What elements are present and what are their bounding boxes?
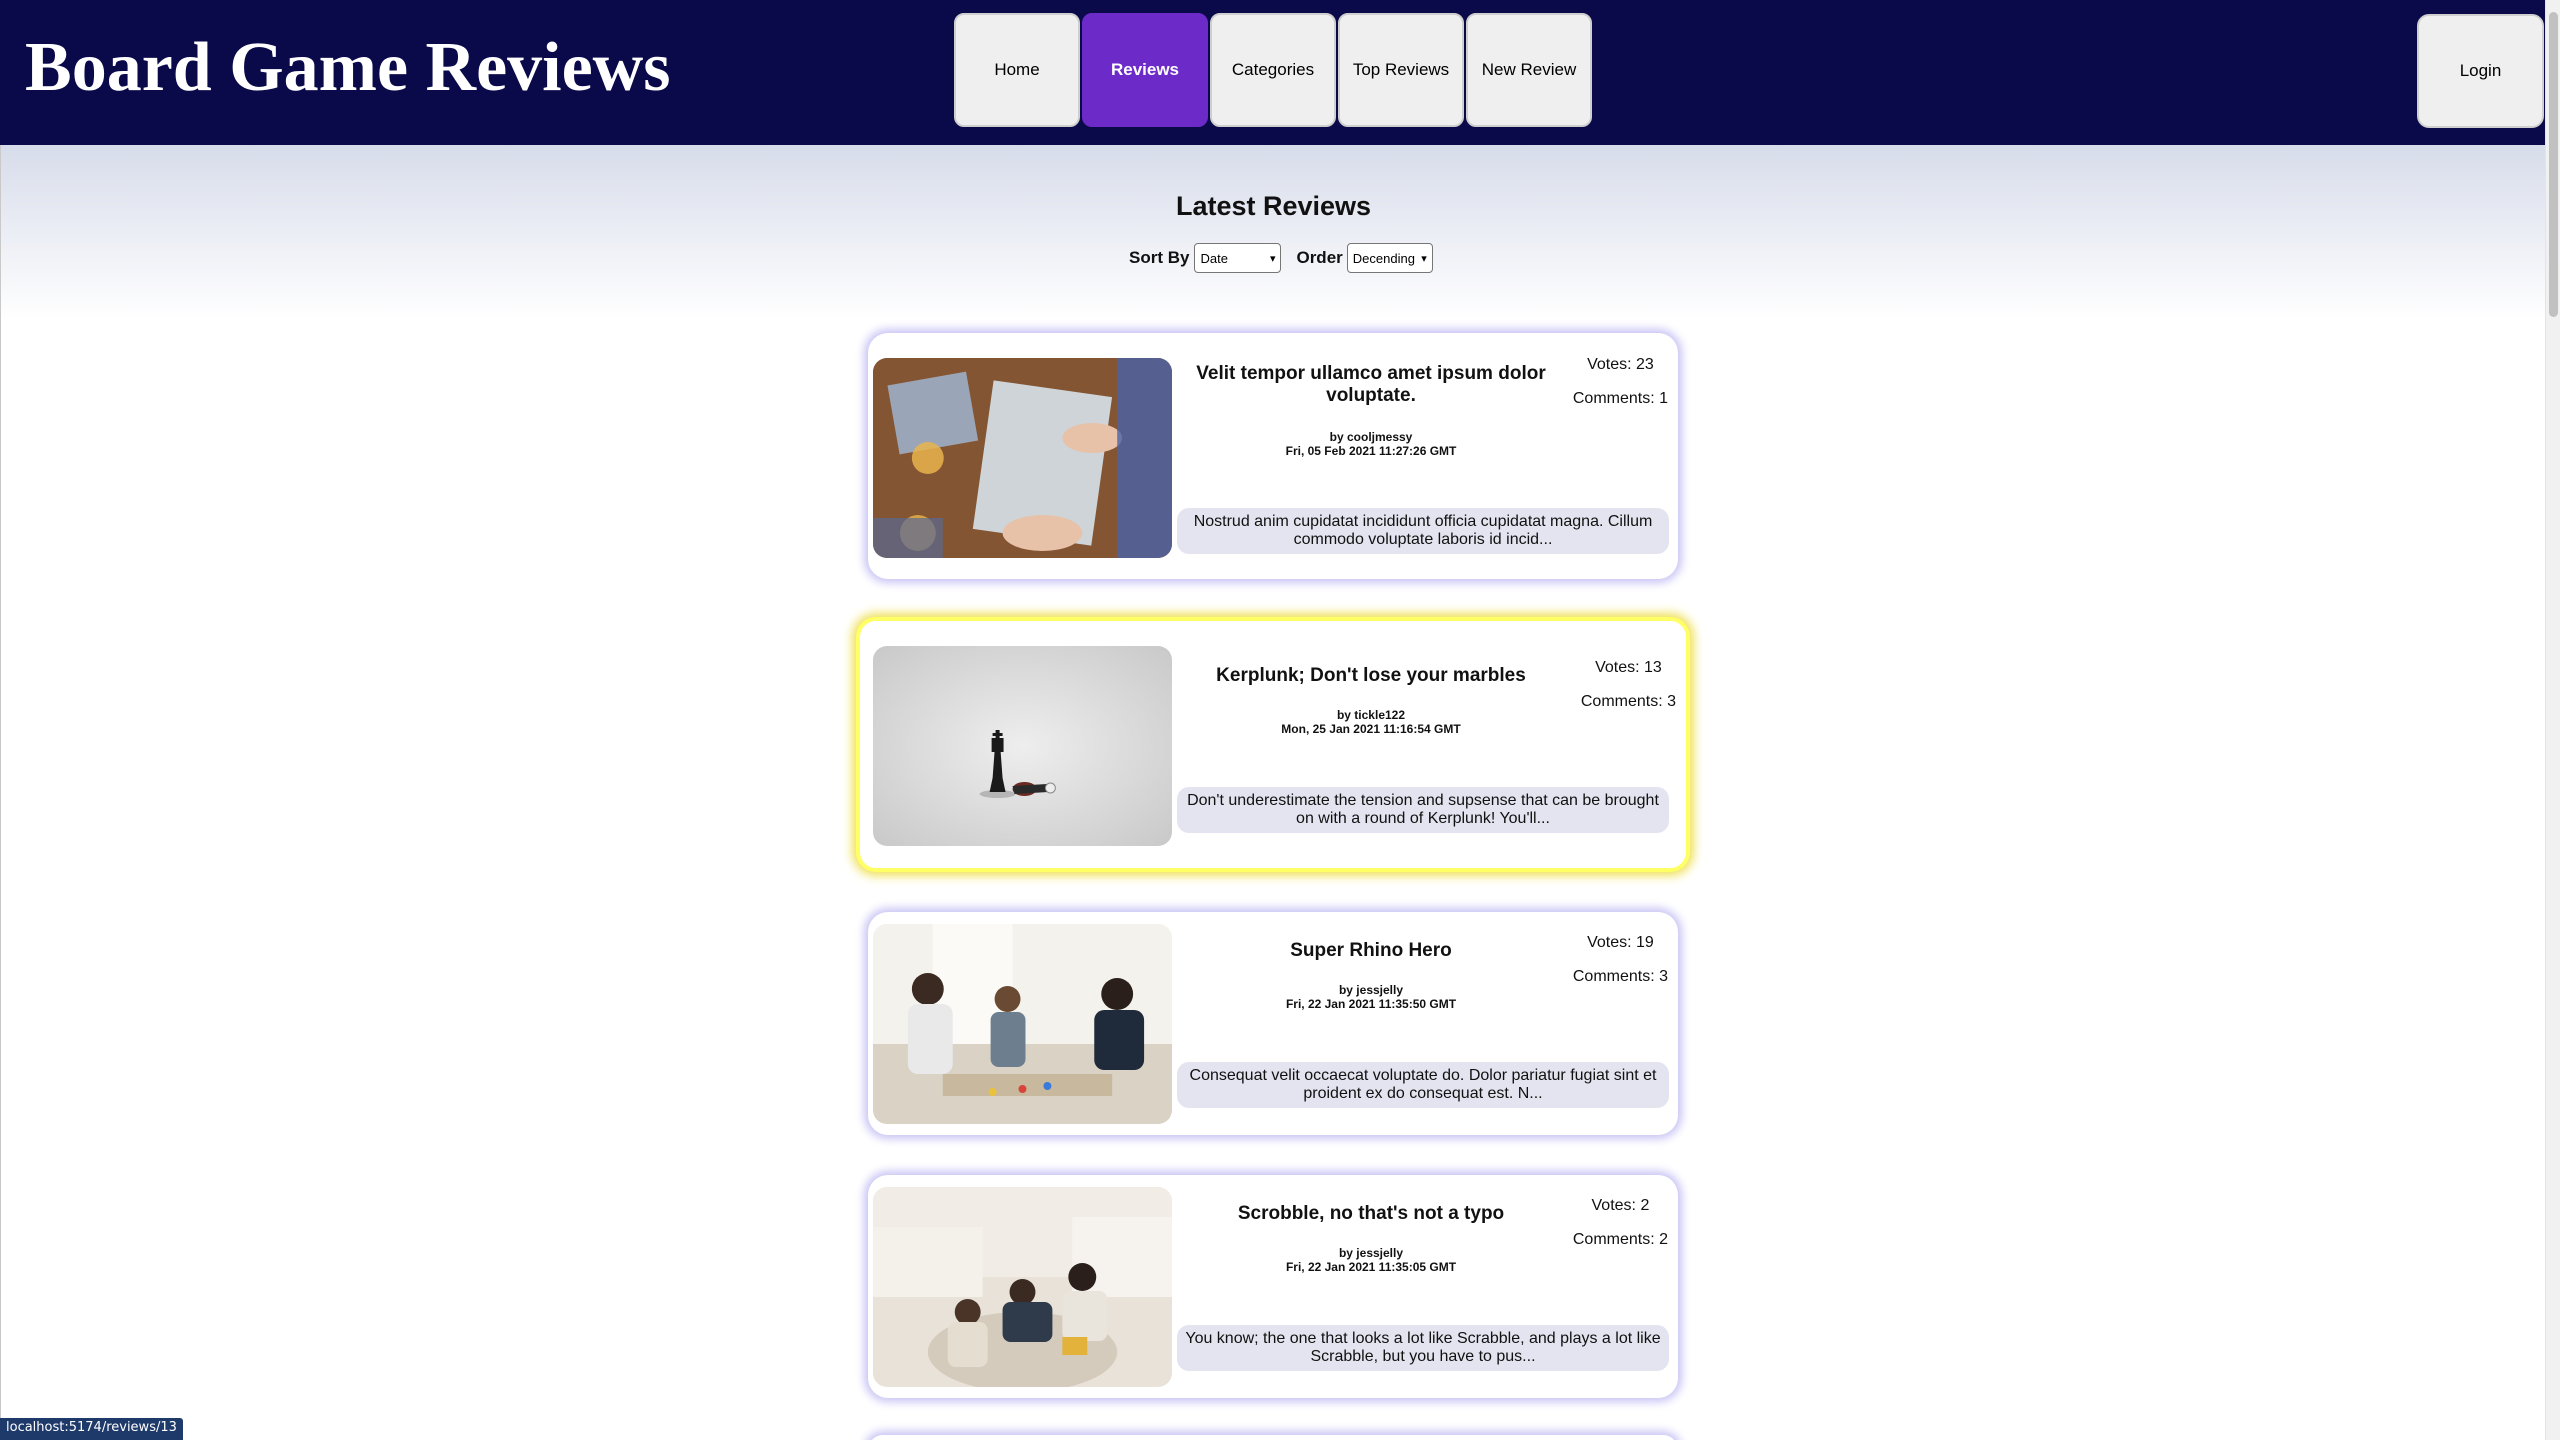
review-votes: Votes: 23 xyxy=(1587,356,1654,373)
review-comments: Comments: 3 xyxy=(1572,968,1668,985)
review-image xyxy=(873,1187,1172,1387)
sort-by-value: Date xyxy=(1200,250,1228,266)
nav-new-review-button[interactable]: New Review xyxy=(1466,13,1592,127)
review-excerpt: Consequat velit occaecat voluptate do. D… xyxy=(1177,1062,1669,1108)
page-scrollbar[interactable] xyxy=(2545,0,2560,1440)
review-stats: Votes: 13 Comments: 3 xyxy=(1581,651,1676,719)
nav-reviews-button[interactable]: Reviews xyxy=(1082,13,1208,127)
review-author: by jessjelly xyxy=(1338,983,1404,997)
sort-controls: Sort By Date ▾ Order Decending ▾ xyxy=(1129,243,1433,273)
review-votes: Votes: 2 xyxy=(1591,1197,1650,1214)
nav-categories-button[interactable]: Categories xyxy=(1210,13,1336,127)
review-votes: Votes: 13 xyxy=(1595,659,1662,676)
review-card[interactable]: Velit tempor ullamco amet ipsum dolor vo… xyxy=(868,333,1678,579)
review-card[interactable]: Super Rhino Hero by jessjelly Fri, 22 Ja… xyxy=(868,912,1678,1135)
review-card-highlighted[interactable]: Kerplunk; Don't lose your marbles by tic… xyxy=(856,617,1690,872)
nav-top-reviews-button[interactable]: Top Reviews xyxy=(1338,13,1464,127)
review-image xyxy=(873,924,1172,1124)
review-date: Fri, 22 Jan 2021 11:35:05 GMT xyxy=(1285,1260,1457,1274)
login-button[interactable]: Login xyxy=(2417,14,2544,128)
review-title[interactable]: Scrobble, no that's not a typo xyxy=(1190,1203,1552,1225)
review-date: Mon, 25 Jan 2021 11:16:54 GMT xyxy=(1281,722,1461,736)
sort-by-label: Sort By xyxy=(1129,248,1190,267)
review-stats: Votes: 2 Comments: 2 xyxy=(1573,1189,1668,1257)
review-title[interactable]: Velit tempor ullamco amet ipsum dolor vo… xyxy=(1190,363,1552,407)
order-label: Order xyxy=(1296,248,1343,267)
site-header: Board Game Reviews Home Reviews Categori… xyxy=(0,0,2545,145)
review-author: by jessjelly xyxy=(1338,1246,1404,1260)
review-image xyxy=(873,358,1172,558)
order-select[interactable]: Decending ▾ xyxy=(1346,243,1433,273)
review-author: by cooljmessy xyxy=(1329,430,1413,444)
review-image xyxy=(873,646,1172,846)
review-date: Fri, 05 Feb 2021 11:27:26 GMT xyxy=(1285,444,1457,458)
status-bar-url: localhost:5174/reviews/13 xyxy=(0,1418,183,1440)
review-votes: Votes: 19 xyxy=(1587,934,1654,951)
scrollbar-thumb[interactable] xyxy=(2549,12,2558,317)
review-excerpt: Don't underestimate the tension and sups… xyxy=(1177,787,1669,833)
review-date: Fri, 22 Jan 2021 11:35:50 GMT xyxy=(1285,997,1457,1011)
nav-home-button[interactable]: Home xyxy=(954,13,1080,127)
sort-by-select[interactable]: Date ▾ xyxy=(1194,243,1282,273)
page-title: Latest Reviews xyxy=(1175,191,1372,221)
review-author: by tickle122 xyxy=(1336,708,1406,722)
review-card-partial[interactable] xyxy=(868,1435,1678,1440)
review-excerpt: You know; the one that looks a lot like … xyxy=(1177,1325,1669,1371)
review-title[interactable]: Super Rhino Hero xyxy=(1190,940,1552,962)
review-excerpt: Nostrud anim cupidatat incididunt offici… xyxy=(1177,508,1669,554)
review-stats: Votes: 23 Comments: 1 xyxy=(1573,348,1668,416)
chevron-down-icon: ▾ xyxy=(1421,252,1427,265)
review-comments: Comments: 2 xyxy=(1572,1231,1668,1248)
chevron-down-icon: ▾ xyxy=(1269,252,1276,265)
review-stats: Votes: 19 Comments: 3 xyxy=(1573,926,1668,994)
review-comments: Comments: 3 xyxy=(1580,693,1676,710)
review-comments: Comments: 1 xyxy=(1572,390,1668,407)
review-title[interactable]: Kerplunk; Don't lose your marbles xyxy=(1190,665,1552,687)
site-title[interactable]: Board Game Reviews xyxy=(25,28,670,108)
main-nav: Home Reviews Categories Top Reviews New … xyxy=(954,13,1594,127)
review-card[interactable]: Scrobble, no that's not a typo by jessje… xyxy=(868,1175,1678,1398)
order-value: Decending xyxy=(1352,250,1415,266)
